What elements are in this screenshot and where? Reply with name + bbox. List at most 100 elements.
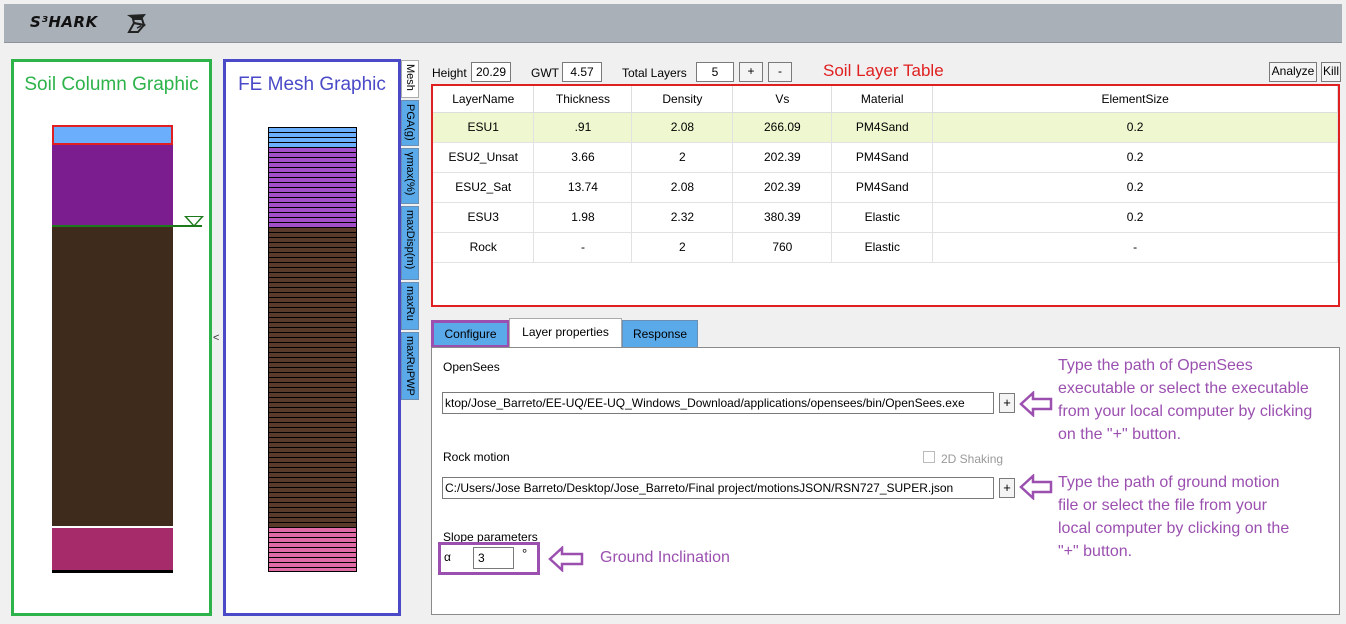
table-cell[interactable]: - — [932, 232, 1338, 263]
opensees-note-line: on the "+" button. — [1058, 426, 1182, 443]
col-header-vs[interactable]: Vs — [732, 86, 833, 113]
table-cell[interactable]: ESU2_Sat — [433, 172, 535, 203]
table-cell[interactable]: 0.2 — [932, 112, 1338, 143]
motion-note-line: "+" button. — [1058, 543, 1133, 560]
table-cell[interactable]: ESU3 — [433, 202, 535, 233]
table-cell[interactable]: PM4Sand — [831, 172, 934, 203]
motion-note-line: file or select the file from your — [1058, 497, 1267, 514]
vtab-pga[interactable]: PGA(g) — [401, 100, 419, 146]
table-row[interactable]: Rock - 2 760 Elastic - — [433, 232, 1338, 263]
opensees-note-line: from your local computer by clicking — [1058, 403, 1313, 420]
soil-column-panel: Soil Column Graphic — [11, 59, 212, 616]
mesh-layer-esu3 — [268, 527, 357, 572]
table-cell[interactable]: 2 — [631, 142, 734, 173]
table-cell[interactable]: 3.66 — [533, 142, 633, 173]
soil-column-title: Soil Column Graphic — [24, 74, 199, 95]
soil-layer-esu2-sat[interactable] — [52, 227, 173, 526]
shaking-2d-checkbox[interactable] — [923, 451, 935, 463]
gwt-field[interactable]: 4.57 — [562, 62, 602, 82]
vtab-max-ru[interactable]: maxRu — [401, 282, 419, 330]
opensees-label: OpenSees — [443, 360, 500, 374]
analyze-button[interactable]: Analyze — [1269, 62, 1317, 82]
mesh-layer-esu2-unsat — [268, 147, 357, 227]
table-cell[interactable]: ESU1 — [433, 112, 535, 143]
groundwater-triangle-icon — [184, 216, 204, 227]
app-window: S³HARK Soil Column Graphic < FE Mesh Gra… — [0, 0, 1346, 624]
table-row[interactable]: ESU2_Unsat 3.66 2 202.39 PM4Sand 0.2 — [433, 142, 1338, 173]
vtab-max-disp[interactable]: maxDisp(m) — [401, 206, 419, 280]
soil-layer-grid: LayerName Thickness Density Vs Material … — [433, 86, 1338, 263]
header-bar: S³HARK — [4, 4, 1342, 43]
motion-note-line: Type the path of ground motion — [1058, 474, 1280, 491]
tab-layer-properties[interactable]: Layer properties — [509, 318, 622, 347]
alpha-label: α — [444, 550, 451, 564]
col-header-layername[interactable]: LayerName — [433, 86, 535, 113]
col-header-material[interactable]: Material — [831, 86, 934, 113]
table-row[interactable]: ESU2_Sat 13.74 2.08 202.39 PM4Sand 0.2 — [433, 172, 1338, 203]
shaking-2d-label: 2D Shaking — [941, 452, 1004, 466]
vtab-gamma-max[interactable]: γmax(%) — [401, 148, 419, 204]
table-cell[interactable]: ESU2_Unsat — [433, 142, 535, 173]
table-cell[interactable]: 2.08 — [631, 112, 734, 143]
table-cell[interactable]: 266.09 — [732, 112, 833, 143]
ground-inclination-note: Ground Inclination — [600, 549, 730, 566]
opensees-path-input[interactable]: ktop/Jose_Barreto/EE-UQ/EE-UQ_Windows_Do… — [442, 392, 994, 414]
table-cell[interactable]: 2.32 — [631, 202, 734, 233]
tab-response[interactable]: Response — [622, 320, 698, 348]
mesh-layer-esu2-sat — [268, 227, 357, 527]
gwt-label: GWT — [531, 66, 559, 80]
remove-layer-button[interactable]: - — [768, 62, 792, 82]
slope-angle-input[interactable]: 3 — [473, 547, 514, 569]
fe-mesh-panel: FE Mesh Graphic — [223, 59, 401, 616]
total-layers-field[interactable]: 5 — [696, 62, 734, 82]
soil-layer-esu3[interactable] — [52, 528, 173, 570]
table-row[interactable]: ESU3 1.98 2.32 380.39 Elastic 0.2 — [433, 202, 1338, 233]
vtab-mesh[interactable]: Mesh — [401, 60, 419, 98]
soil-layer-esu1[interactable] — [52, 125, 173, 145]
inclination-arrow-icon — [548, 546, 584, 572]
table-cell[interactable]: PM4Sand — [831, 112, 934, 143]
add-layer-button[interactable]: + — [739, 62, 763, 82]
soil-layer-esu2-unsat[interactable] — [52, 145, 173, 226]
soil-layer-table: LayerName Thickness Density Vs Material … — [431, 84, 1340, 307]
col-header-density[interactable]: Density — [631, 86, 734, 113]
table-cell[interactable]: PM4Sand — [831, 142, 934, 173]
col-header-thickness[interactable]: Thickness — [533, 86, 633, 113]
motion-arrow-icon — [1019, 474, 1053, 500]
opensees-browse-button[interactable]: + — [999, 393, 1015, 413]
table-cell[interactable]: 380.39 — [732, 202, 833, 233]
table-cell[interactable]: 0.2 — [932, 172, 1338, 203]
kill-button[interactable]: Kill — [1321, 62, 1341, 82]
table-cell[interactable]: Elastic — [831, 232, 934, 263]
soil-layer-rock[interactable] — [52, 570, 173, 573]
table-header-row: LayerName Thickness Density Vs Material … — [433, 86, 1338, 113]
rock-motion-path-input[interactable]: C:/Users/Jose Barreto/Desktop/Jose_Barre… — [442, 477, 994, 499]
table-cell[interactable]: 202.39 — [732, 142, 833, 173]
table-cell[interactable]: Elastic — [831, 202, 934, 233]
fe-mesh-title: FE Mesh Graphic — [238, 74, 386, 95]
height-field[interactable]: 20.29 — [471, 62, 511, 82]
rock-motion-label: Rock motion — [443, 450, 510, 464]
opensees-note-line: Type the path of OpenSees — [1058, 357, 1253, 374]
table-cell[interactable]: 0.2 — [932, 142, 1338, 173]
collapse-arrow-icon[interactable]: < — [213, 332, 219, 344]
table-cell[interactable]: 202.39 — [732, 172, 833, 203]
table-cell[interactable]: 13.74 — [533, 172, 633, 203]
table-cell[interactable]: - — [533, 232, 633, 263]
table-cell[interactable]: 2.08 — [631, 172, 734, 203]
table-cell[interactable]: 0.2 — [932, 202, 1338, 233]
table-cell[interactable]: 2 — [631, 232, 734, 263]
table-cell[interactable]: Rock — [433, 232, 535, 263]
degree-label: ° — [522, 546, 528, 561]
table-cell[interactable]: 760 — [732, 232, 833, 263]
vtab-max-ru-pwp[interactable]: maxRuPWP — [401, 332, 419, 400]
col-header-elementsize[interactable]: ElementSize — [932, 86, 1338, 113]
rock-motion-browse-button[interactable]: + — [999, 478, 1015, 498]
opensees-note-line: executable or select the executable — [1058, 380, 1309, 397]
table-cell[interactable]: 1.98 — [533, 202, 633, 233]
app-brand: S³HARK — [30, 13, 98, 31]
height-label: Height — [432, 66, 467, 80]
tab-configure[interactable]: Configure — [431, 320, 510, 348]
table-row[interactable]: ESU1 .91 2.08 266.09 PM4Sand 0.2 — [433, 112, 1338, 143]
table-cell[interactable]: .91 — [533, 112, 633, 143]
